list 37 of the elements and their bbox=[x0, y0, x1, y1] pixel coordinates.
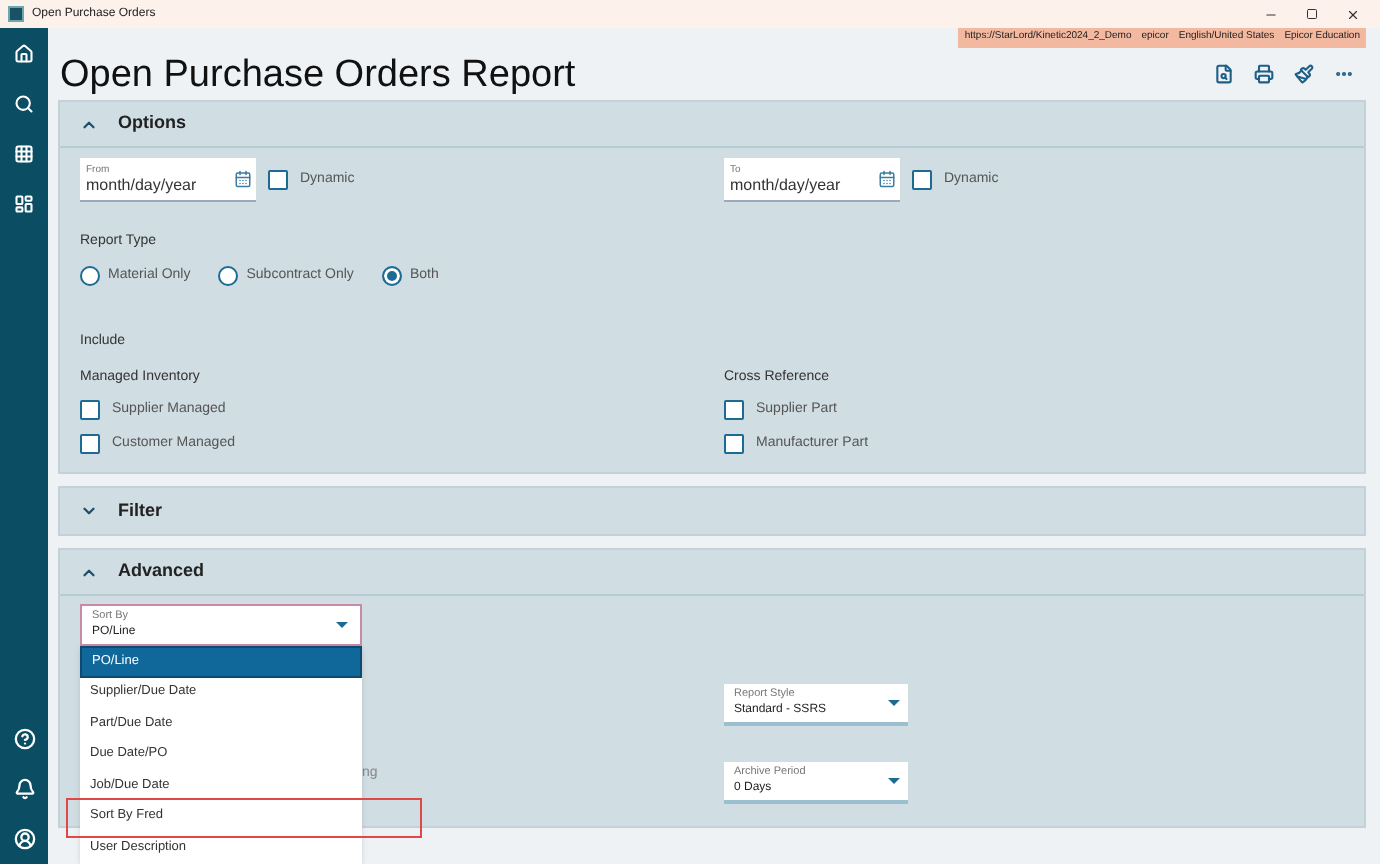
checkbox[interactable] bbox=[268, 170, 288, 190]
checkbox[interactable] bbox=[80, 433, 100, 454]
field-placeholder: month/day/year bbox=[730, 177, 843, 193]
checkbox[interactable] bbox=[80, 400, 100, 421]
preview-icon[interactable] bbox=[1214, 64, 1234, 84]
section-header[interactable]: Options bbox=[60, 102, 1364, 148]
radio-button[interactable] bbox=[218, 266, 239, 287]
grid-icon[interactable] bbox=[14, 144, 34, 164]
chevron-down-icon bbox=[80, 502, 98, 520]
dropdown-caret-icon bbox=[336, 622, 348, 628]
print-icon[interactable] bbox=[1254, 64, 1274, 84]
calendar-icon[interactable] bbox=[878, 170, 896, 188]
brush-icon[interactable] bbox=[1294, 64, 1314, 84]
calendar-icon[interactable] bbox=[234, 170, 252, 188]
section-header[interactable]: Advanced bbox=[60, 550, 1364, 596]
home-icon[interactable] bbox=[14, 44, 34, 64]
section-title: Filter bbox=[118, 497, 163, 524]
user-icon[interactable] bbox=[13, 828, 35, 850]
maximize-icon[interactable] bbox=[1306, 8, 1318, 20]
dashboard-icon[interactable] bbox=[14, 194, 34, 214]
close-icon[interactable] bbox=[1346, 7, 1360, 21]
dropdown-caret-icon bbox=[888, 778, 900, 784]
page-title: Open Purchase Orders Report bbox=[60, 55, 578, 93]
dropdown-caret-icon bbox=[888, 700, 900, 706]
radio-button[interactable] bbox=[80, 266, 100, 287]
section-header[interactable]: Filter bbox=[60, 488, 1364, 534]
checkbox[interactable] bbox=[724, 433, 744, 454]
section-title: Advanced bbox=[118, 558, 205, 585]
checkbox[interactable] bbox=[724, 400, 744, 421]
search-icon[interactable] bbox=[14, 94, 34, 114]
app-icon bbox=[8, 6, 24, 22]
bell-icon[interactable] bbox=[13, 778, 35, 800]
checkbox[interactable] bbox=[912, 170, 932, 190]
field-placeholder: month/day/year bbox=[86, 177, 199, 193]
section-title: Options bbox=[118, 110, 186, 137]
help-icon[interactable] bbox=[13, 728, 35, 750]
radio-button[interactable] bbox=[381, 266, 402, 287]
